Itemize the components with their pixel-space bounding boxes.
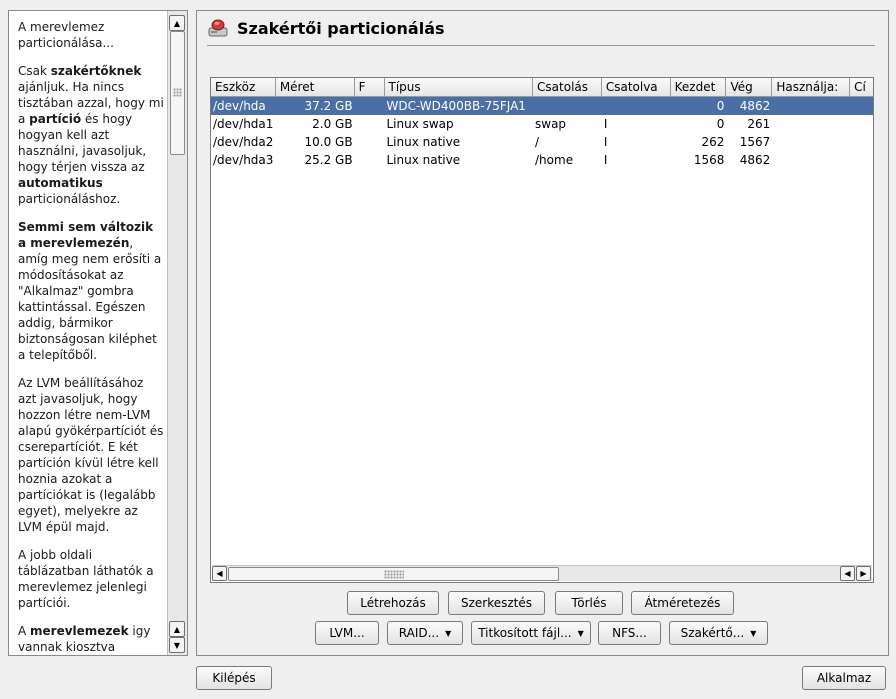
grip-icon bbox=[384, 570, 404, 579]
dropdown-arrow-icon: ▼ bbox=[445, 629, 452, 638]
table-cell: /dev/hda2 bbox=[213, 135, 274, 149]
table-cell bbox=[772, 133, 850, 151]
table-hscroll-thumb[interactable] bbox=[228, 567, 559, 581]
table-cell: 10.0 GB bbox=[304, 135, 353, 149]
table-cell: 262 bbox=[701, 135, 725, 149]
table-cell bbox=[850, 151, 873, 169]
table-cell: I bbox=[603, 135, 608, 149]
table-cell: /home bbox=[535, 153, 574, 167]
table-cell: 2.0 GB bbox=[312, 117, 353, 131]
table-cell: 261 bbox=[747, 117, 771, 131]
help-paragraph-4: Az LVM beállításához azt javasoljuk, hog… bbox=[18, 376, 164, 534]
expert-button[interactable]: Szakértő... ▼ bbox=[669, 621, 768, 645]
column-header[interactable]: Csatolás bbox=[533, 78, 602, 97]
table-cell: / bbox=[535, 135, 540, 149]
grip-icon bbox=[173, 88, 182, 97]
table-cell: 1567 bbox=[739, 135, 771, 149]
table-cell: Linux native bbox=[386, 135, 461, 149]
table-row[interactable]: /dev/hda3 25.2 GB Linux native/home I 1568 48… bbox=[211, 151, 873, 169]
title-row: Szakértői particionálás bbox=[207, 17, 445, 39]
table-cell: 0 bbox=[716, 117, 725, 131]
help-panel[interactable]: A merevlemez particionálása... Csak szak… bbox=[8, 10, 188, 656]
table-cell: WDC-WD400BB-75FJA1 bbox=[386, 99, 526, 113]
table-header: Eszköz Méret F Típus Csatolás Csatolva K… bbox=[211, 78, 874, 97]
column-header[interactable]: Típus bbox=[384, 78, 534, 97]
table-cell: 4862 bbox=[739, 99, 771, 113]
column-header[interactable]: Használja: bbox=[772, 78, 851, 97]
help-text: A merevlemez particionálása... Csak szak… bbox=[18, 19, 164, 655]
column-header[interactable]: Vég bbox=[726, 78, 773, 97]
table-row[interactable]: /dev/hda2 10.0 GB Linux native / I 262 1567 bbox=[211, 133, 873, 151]
table-cell bbox=[772, 115, 850, 133]
lvm-button[interactable]: LVM... bbox=[315, 621, 379, 645]
apply-button[interactable]: Alkalmaz bbox=[802, 666, 886, 690]
encrypted-file-button[interactable]: Titkosított fájl... ▼ bbox=[471, 621, 591, 645]
table-cell bbox=[850, 133, 873, 151]
page-title: Szakértői particionálás bbox=[237, 18, 445, 38]
nfs-button[interactable]: NFS... bbox=[598, 621, 661, 645]
column-header[interactable]: Kezdet bbox=[670, 78, 727, 97]
table-cell bbox=[355, 151, 385, 169]
table-cell: Linux native bbox=[386, 153, 461, 167]
main-frame: Szakértői particionálás Eszköz Méret F T… bbox=[196, 10, 889, 656]
table-row[interactable]: /dev/hda 37.2 GB WDC-WD400BB-75FJA1 0 4862 bbox=[211, 97, 873, 115]
table-cell: 37.2 GB bbox=[304, 99, 353, 113]
help-paragraph-2: Csak szakértőknek ajánljuk. Ha nincs tis… bbox=[18, 64, 164, 206]
table-row[interactable]: /dev/hda1 2.0 GB Linux swap swap I 0 261 bbox=[211, 115, 873, 133]
table-cell bbox=[355, 115, 385, 133]
help-paragraph-5: A jobb oldali táblázatban láthatók a mer… bbox=[18, 548, 154, 610]
column-header[interactable]: Méret bbox=[275, 78, 355, 97]
scroll-left-icon[interactable]: ◀ bbox=[212, 566, 227, 581]
table-cell: swap bbox=[535, 117, 567, 131]
table-cell: I bbox=[603, 153, 608, 167]
quit-button[interactable]: Kilépés bbox=[196, 666, 272, 690]
raid-button[interactable]: RAID... ▼ bbox=[387, 621, 463, 645]
create-button[interactable]: Létrehozás bbox=[347, 591, 439, 615]
table-cell bbox=[772, 151, 850, 169]
table-cell bbox=[355, 97, 385, 115]
table-cell bbox=[355, 133, 385, 151]
table-cell: Linux swap bbox=[386, 117, 454, 131]
encrypted-file-label: Titkosított fájl... bbox=[478, 626, 572, 640]
dropdown-arrow-icon: ▼ bbox=[750, 629, 757, 638]
table-cell: /dev/hda bbox=[213, 99, 266, 113]
table-cell bbox=[850, 97, 873, 115]
resize-button[interactable]: Átméretezés bbox=[631, 591, 734, 615]
help-paragraph-1: A merevlemez particionálása... bbox=[18, 20, 114, 50]
scroll-down-icon[interactable]: ▼ bbox=[169, 637, 185, 653]
raid-label: RAID... bbox=[398, 626, 440, 640]
table-cell: /dev/hda3 bbox=[213, 153, 274, 167]
partition-table[interactable]: Eszköz Méret F Típus Csatolás Csatolva K… bbox=[210, 77, 874, 583]
help-paragraph-3: Semmi sem változik a merevlemezén, amíg … bbox=[18, 220, 162, 362]
column-header[interactable]: Eszköz bbox=[211, 78, 276, 97]
table-cell: 4862 bbox=[739, 153, 771, 167]
scroll-right-icon[interactable]: ▶ bbox=[856, 566, 871, 581]
delete-button[interactable]: Törlés bbox=[555, 591, 623, 615]
table-hscrollbar[interactable]: ◀ ◀ ▶ bbox=[212, 565, 872, 581]
table-cell: /dev/hda1 bbox=[213, 117, 274, 131]
edit-button[interactable]: Szerkesztés bbox=[448, 591, 545, 615]
help-scrollbar[interactable]: ▲ ▲ ▼ bbox=[167, 11, 187, 655]
table-cell: I bbox=[603, 117, 608, 131]
scroll-up-small-icon[interactable]: ▲ bbox=[169, 621, 185, 637]
scroll-up-icon[interactable]: ▲ bbox=[169, 15, 185, 31]
table-cell bbox=[772, 97, 850, 115]
column-header[interactable]: Cí bbox=[850, 78, 874, 97]
table-cell bbox=[602, 97, 671, 115]
scroll-left-small-icon[interactable]: ◀ bbox=[840, 566, 855, 581]
column-header[interactable]: Csatolva bbox=[601, 78, 671, 97]
table-cell: 0 bbox=[716, 99, 725, 113]
table-cell: 25.2 GB bbox=[304, 153, 353, 167]
help-paragraph-6: A merevlemezek igy vannak kiosztva bbox=[18, 624, 151, 654]
help-scroll-thumb[interactable] bbox=[170, 31, 185, 155]
table-cell bbox=[533, 97, 602, 115]
title-divider bbox=[207, 45, 875, 46]
table-cell: 1568 bbox=[693, 153, 725, 167]
harddisk-icon bbox=[208, 19, 228, 37]
dropdown-arrow-icon: ▼ bbox=[577, 629, 584, 638]
table-cell bbox=[850, 115, 873, 133]
column-header[interactable]: F bbox=[354, 78, 385, 97]
expert-label: Szakértő... bbox=[680, 626, 745, 640]
